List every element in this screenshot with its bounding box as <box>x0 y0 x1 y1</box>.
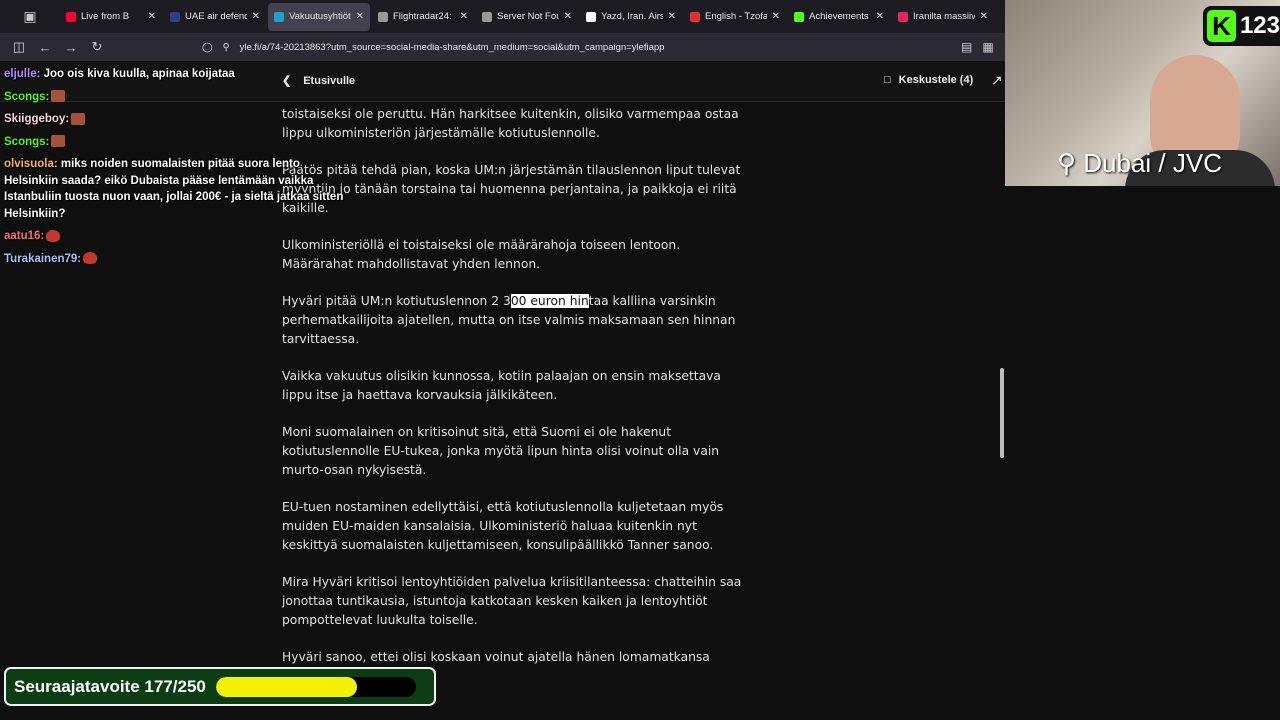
browser-tab[interactable]: Vakuutusyhtiöt ✕ <box>268 2 370 31</box>
selected-text[interactable]: 00 euron hin <box>510 294 589 308</box>
reload-icon[interactable]: ↻ <box>84 39 110 55</box>
chat-text: Joo ois kiva kuulla, apinaa koijataa <box>40 68 235 80</box>
comments-link[interactable]: □ Keskustele (4) <box>884 74 973 86</box>
chat-emote-icon <box>83 252 98 265</box>
tab-favicon-icon <box>170 11 180 22</box>
comments-label: Keskustele (4) <box>898 74 974 86</box>
tab-favicon-icon <box>378 11 388 22</box>
viewer-count: 123 <box>1239 12 1280 39</box>
shield-icon: ◯ <box>202 41 213 53</box>
tab-favicon-icon <box>794 11 804 22</box>
article-paragraph: EU-tuen nostaminen edellyttäisi, että ko… <box>282 500 724 552</box>
sidebar-toggle-icon[interactable]: ◫ <box>6 39 32 55</box>
tab-title: Live from B <box>81 11 130 22</box>
close-tab-icon[interactable]: ✕ <box>980 11 988 22</box>
article-paragraph: Hyväri pitää UM:n kotiutuslennon 2 300 e… <box>282 292 752 349</box>
chat-emote-icon <box>51 135 66 148</box>
chat-username[interactable]: Scongs: <box>4 91 49 103</box>
tab-favicon-icon <box>482 11 492 22</box>
chat-emote-icon <box>46 229 61 242</box>
tab-title: Yazd, Iran. Airst <box>601 11 663 22</box>
stream-chat: eljulle: Joo ois kiva kuulla, apinaa koi… <box>4 66 354 273</box>
scrollbar-thumb[interactable] <box>1000 368 1004 458</box>
close-tab-icon[interactable]: ✕ <box>252 11 260 22</box>
lock-icon: ⚲ <box>222 41 230 53</box>
back-icon[interactable]: ← <box>32 40 58 55</box>
article-paragraph: Hyväri sanoo, ettei olisi koskaan voinut… <box>282 650 710 664</box>
chat-message: eljulle: Joo ois kiva kuulla, apinaa koi… <box>4 66 354 83</box>
location-label: ⚲ Dubai / JVC <box>1057 148 1222 178</box>
chat-message: Skiiggeboy: <box>4 111 354 128</box>
paragraph-text: Hyväri pitää UM:n kotiutuslennon 2 3 <box>282 294 511 308</box>
forward-icon[interactable]: → <box>58 40 84 55</box>
chat-message: Turakainen79: <box>4 251 354 268</box>
tab-favicon-icon <box>898 11 908 22</box>
kick-logo-icon: K <box>1207 10 1236 42</box>
address-bar[interactable]: ◯ ⚲ yle.fi/a/74-20213863?utm_source=soci… <box>202 42 961 53</box>
tab-favicon-icon <box>66 11 76 22</box>
browser-tab-bar: ▣ Live from B✕UAE air defence✕Vakuutusyh… <box>0 0 1005 33</box>
chat-username[interactable]: eljulle: <box>4 68 40 80</box>
follower-goal: Seuraajatavoite 177/250 <box>4 667 436 706</box>
browser-tab[interactable]: Flightradar24: L ✕ <box>372 3 474 31</box>
goal-label: Seuraajatavoite 177/250 <box>14 676 206 696</box>
tab-favicon-icon <box>586 11 596 22</box>
browser-tab[interactable]: Achievements - ✕ <box>788 3 890 31</box>
url-text[interactable]: yle.fi/a/74-20213863?utm_source=social-m… <box>240 42 665 53</box>
speech-bubble-icon: □ <box>884 74 891 86</box>
browser-tab[interactable]: Yazd, Iran. Airst ✕ <box>580 3 682 31</box>
tab-title: Vakuutusyhtiöt <box>289 11 351 22</box>
chat-emote-icon <box>71 112 86 125</box>
tab-title: UAE air defence <box>185 11 247 22</box>
viewer-count-badge: K 123 <box>1203 6 1280 46</box>
chat-message: Scongs: <box>4 89 354 106</box>
article-paragraph: Mira Hyväri kritisoi lentoyhtiöiden palv… <box>282 575 742 627</box>
close-tab-icon[interactable]: ✕ <box>564 11 572 22</box>
chat-message: olvisuola: miks noiden suomalaisten pitä… <box>4 156 354 222</box>
close-tab-icon[interactable]: ✕ <box>772 11 780 22</box>
chat-message: aatu16: <box>4 228 354 245</box>
article-paragraph: Moni suomalainen on kritisoinut sitä, et… <box>282 425 720 477</box>
reader-view-icon[interactable]: ▤ <box>961 40 972 54</box>
chat-username[interactable]: Skiiggeboy: <box>4 113 69 125</box>
tab-title: Flightradar24: L <box>393 11 455 22</box>
tab-title: Server Not Fou <box>497 11 559 22</box>
tab-title: Achievements - <box>809 11 871 22</box>
close-tab-icon[interactable]: ✕ <box>876 11 884 22</box>
chat-message: Scongs: <box>4 134 354 151</box>
browser-tab[interactable]: English - Tzofar ✕ <box>684 3 786 31</box>
browser-tab[interactable]: Iranilta massiivi ✕ <box>892 3 994 31</box>
article-paragraph: Vaikka vakuutus olisikin kunnossa, kotii… <box>282 369 721 402</box>
browser-tab[interactable]: Server Not Fou ✕ <box>476 3 578 31</box>
extensions-icon[interactable]: ▦ <box>982 40 993 54</box>
chat-username[interactable]: aatu16: <box>4 230 44 242</box>
tab-favicon-icon <box>690 11 700 22</box>
close-tab-icon[interactable]: ✕ <box>668 11 676 22</box>
chat-username[interactable]: Scongs: <box>4 136 49 148</box>
browser-nav-bar: ◫ ← → ↻ ◯ ⚲ yle.fi/a/74-20213863?utm_sou… <box>0 33 1005 61</box>
browser-tab[interactable]: Live from B ✕ <box>60 3 162 31</box>
right-panel-background <box>1005 186 1280 720</box>
close-tab-icon[interactable]: ✕ <box>460 11 468 22</box>
tab-title: English - Tzofar <box>705 11 767 22</box>
browser-tab[interactable]: UAE air defence ✕ <box>164 3 266 31</box>
close-tab-icon[interactable]: ✕ <box>148 11 156 22</box>
goal-progress-fill <box>215 676 358 697</box>
close-tab-icon[interactable]: ✕ <box>356 11 364 22</box>
tab-title: Iranilta massiivi <box>913 11 975 22</box>
tab-favicon-icon <box>274 11 284 22</box>
goal-progress-bar <box>215 676 416 697</box>
chat-username[interactable]: Turakainen79: <box>4 253 81 265</box>
chat-username[interactable]: olvisuola: <box>4 158 58 170</box>
chat-emote-icon <box>51 90 66 103</box>
tab-overview-icon[interactable]: ▣ <box>0 0 60 33</box>
